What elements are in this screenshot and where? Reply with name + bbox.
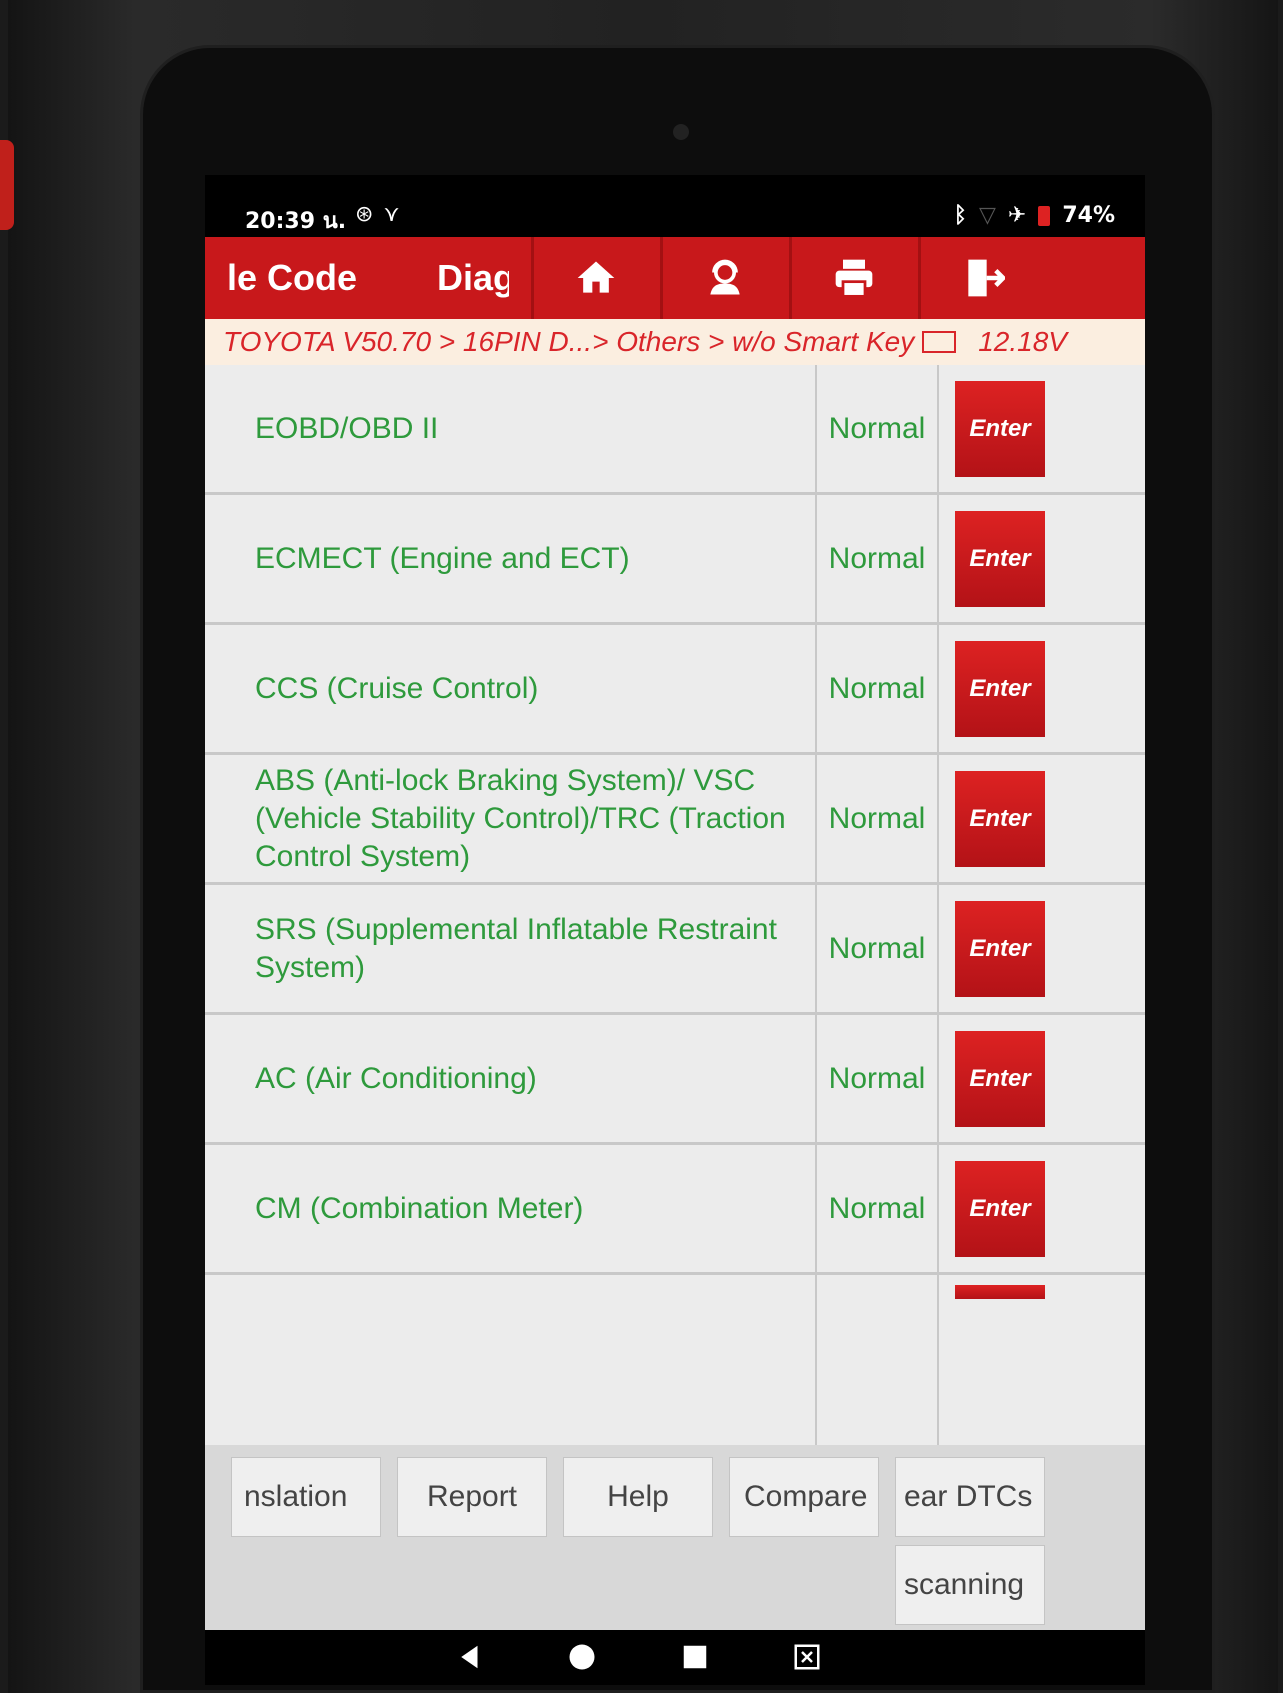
- tablet-screen: 20:39 น. ⊛⋎ ᛒ ▽ ✈ 74% le Code Diag TOYOT…: [205, 175, 1145, 1685]
- header-title-trouble-code[interactable]: le Code: [227, 257, 357, 299]
- system-status-empty: [817, 1275, 939, 1445]
- help-button[interactable]: Help: [563, 1457, 713, 1537]
- enter-button[interactable]: Enter: [955, 640, 1045, 737]
- system-row: CM (Combination Meter) Normal Enter: [205, 1145, 1145, 1275]
- system-status: Normal: [817, 885, 939, 1012]
- enter-button[interactable]: Enter: [955, 1160, 1045, 1257]
- system-nav-bar: [205, 1630, 1145, 1685]
- enter-button[interactable]: Enter: [955, 510, 1045, 607]
- system-status: Normal: [817, 365, 939, 492]
- home-button[interactable]: [531, 237, 657, 319]
- system-row-partial: [205, 1275, 1145, 1445]
- bottom-action-bar: nslation Report Help Compare ear DTCs sc…: [205, 1445, 1145, 1630]
- report-button[interactable]: Report: [397, 1457, 547, 1537]
- system-row: EOBD/OBD II Normal Enter: [205, 365, 1145, 495]
- compare-button[interactable]: Compare: [729, 1457, 879, 1537]
- airplane-icon: ✈: [1007, 203, 1027, 228]
- translation-button[interactable]: nslation: [231, 1457, 381, 1537]
- signal-icon: ▽: [978, 203, 996, 228]
- enter-button[interactable]: Enter: [955, 770, 1045, 867]
- settings-dot-icon: ⊛: [355, 202, 384, 227]
- system-status: Normal: [817, 1015, 939, 1142]
- system-status: Normal: [817, 1145, 939, 1272]
- header-title-diag[interactable]: Diag: [437, 257, 509, 299]
- enter-button[interactable]: Enter: [955, 380, 1045, 477]
- home-circle-icon[interactable]: [567, 1642, 597, 1672]
- enter-button[interactable]: Enter: [955, 900, 1045, 997]
- status-left-icons: ⊛⋎: [355, 202, 410, 227]
- support-icon: [709, 259, 740, 295]
- system-name: CM (Combination Meter): [205, 1145, 817, 1272]
- system-name: ABS (Anti-lock Braking System)/ VSC (Veh…: [205, 755, 817, 882]
- system-row: SRS (Supplemental Inflatable Restraint S…: [205, 885, 1145, 1015]
- app-header: le Code Diag: [205, 237, 1145, 319]
- system-status: Normal: [817, 755, 939, 882]
- print-button[interactable]: [789, 237, 915, 319]
- system-name: CCS (Cruise Control): [205, 625, 817, 752]
- status-bar: 20:39 น. ⊛⋎ ᛒ ▽ ✈ 74%: [205, 175, 1145, 237]
- battery-percent: 74%: [1062, 203, 1115, 228]
- system-status: Normal: [817, 625, 939, 752]
- home-icon: [577, 261, 614, 293]
- usb-debug-icon: ⋎: [383, 202, 410, 227]
- system-row: CCS (Cruise Control) Normal Enter: [205, 625, 1145, 755]
- battery-voltage: 12.18V: [978, 326, 1067, 357]
- breadcrumb-path: TOYOTA V50.70 > 16PIN D...> Others > w/o…: [223, 326, 915, 357]
- support-button[interactable]: [660, 237, 786, 319]
- system-name: EOBD/OBD II: [205, 365, 817, 492]
- enter-button-partial[interactable]: [955, 1285, 1045, 1299]
- enter-button[interactable]: Enter: [955, 1030, 1045, 1127]
- system-name: ECMECT (Engine and ECT): [205, 495, 817, 622]
- system-name-empty: [205, 1275, 817, 1445]
- front-camera-icon: [673, 124, 689, 140]
- recents-icon[interactable]: [680, 1642, 710, 1672]
- breadcrumb: TOYOTA V50.70 > 16PIN D...> Others > w/o…: [205, 319, 1145, 365]
- exit-icon: [967, 259, 1005, 297]
- system-list: EOBD/OBD II Normal Enter ECMECT (Engine …: [205, 365, 1145, 1445]
- system-name: AC (Air Conditioning): [205, 1015, 817, 1142]
- device-red-bumper: [0, 140, 14, 230]
- status-time: 20:39 น.: [245, 209, 347, 234]
- battery-icon: [1038, 205, 1051, 226]
- status-right-icons: ᛒ ▽ ✈ 74%: [954, 203, 1115, 228]
- system-row: AC (Air Conditioning) Normal Enter: [205, 1015, 1145, 1145]
- car-battery-icon: [922, 331, 957, 353]
- bluetooth-icon: ᛒ: [953, 203, 967, 228]
- rescanning-button[interactable]: scanning: [895, 1545, 1045, 1625]
- back-icon[interactable]: [455, 1642, 485, 1672]
- system-row: ECMECT (Engine and ECT) Normal Enter: [205, 495, 1145, 625]
- system-row: ABS (Anti-lock Braking System)/ VSC (Veh…: [205, 755, 1145, 885]
- system-status: Normal: [817, 495, 939, 622]
- screenshot-icon[interactable]: [792, 1642, 822, 1672]
- print-icon: [835, 259, 872, 298]
- clear-dtcs-button[interactable]: ear DTCs: [895, 1457, 1045, 1537]
- system-name: SRS (Supplemental Inflatable Restraint S…: [205, 885, 817, 1012]
- exit-button[interactable]: [918, 237, 1044, 319]
